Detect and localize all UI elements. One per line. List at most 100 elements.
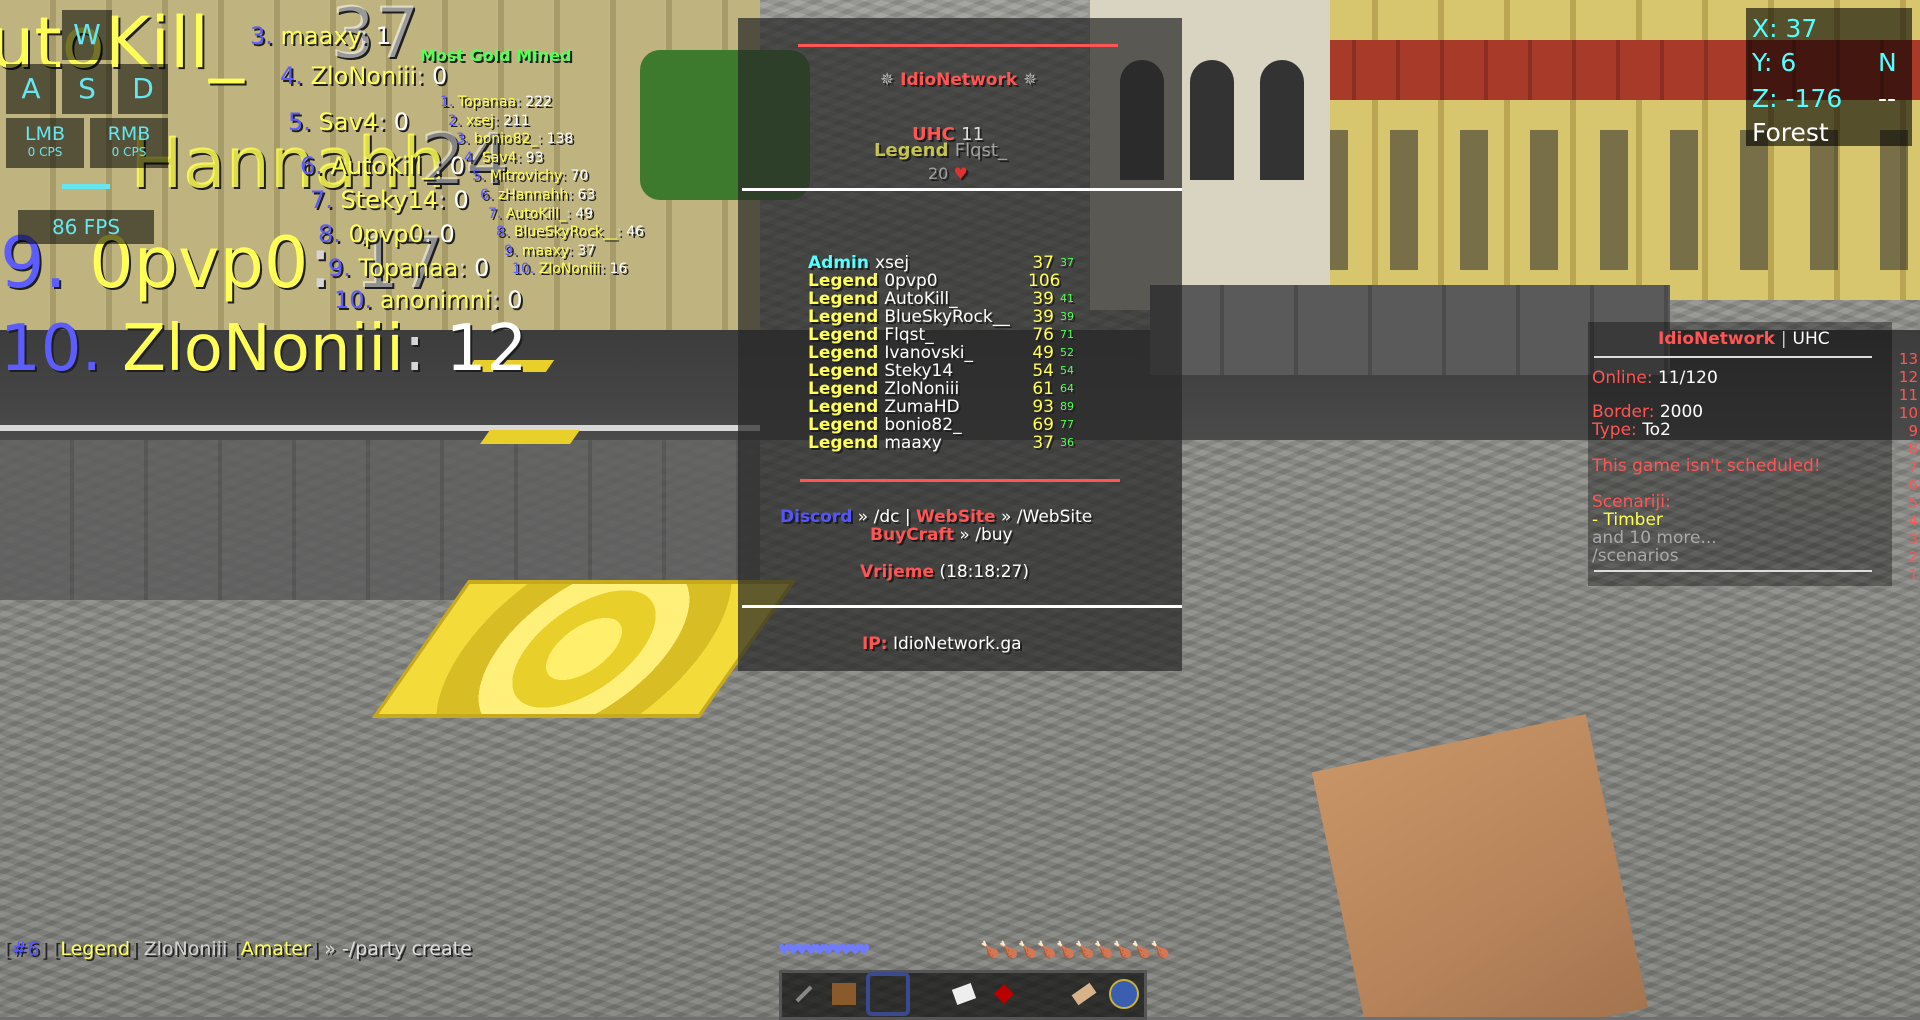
scoreboard-line-number: 3 — [1908, 530, 1918, 548]
key-lmb: LMB 0 CPS — [6, 118, 84, 168]
tab-player-row: Legend 0pvp0 106 — [808, 272, 1112, 290]
gold-row: 4. Sav4: 93 — [464, 149, 544, 166]
kills-value: 0 — [507, 286, 523, 314]
scoreboard-line-number: 9 — [1908, 422, 1918, 440]
tab-player-row: Legend Steky14 54 54 — [808, 362, 1112, 380]
kills-row: 5. Sav4: 0 — [288, 108, 409, 136]
key-rmb: RMB 0 CPS — [90, 118, 168, 168]
kills-value: 0 — [439, 220, 455, 248]
tab-footer-links: Discord » /dc | WebSite » /WebSite — [780, 507, 1093, 527]
kills-name: Steky14 — [340, 186, 438, 214]
kills-value: 1 — [375, 22, 392, 50]
hotbar-slot-9-compass-icon[interactable] — [1106, 976, 1142, 1012]
tab-player-row: Legend ZumaHD 93 89 — [808, 398, 1112, 416]
scoreboard-line-number: 2 — [1908, 548, 1918, 566]
white-line — [0, 425, 760, 431]
tab-player-row: Legend Ivanovski_ 49 52 — [808, 344, 1112, 362]
kills-rank: 7. — [310, 186, 333, 214]
coord-y: Y: 6 — [1752, 48, 1797, 77]
scoreboard-line-number: 6 — [1908, 476, 1918, 494]
kills-rank: 10. — [334, 286, 373, 314]
scoreboard-title: IdioNetwork | UHC — [1658, 329, 1830, 349]
hotbar-slot-7[interactable] — [1026, 976, 1062, 1012]
chat-message: [#6] [Legend] ZloNoniii [Amater] » -/par… — [4, 938, 472, 960]
kills-row: 3. maaxy: 1 — [250, 22, 392, 50]
kills-name: AutoKill_ — [330, 152, 435, 180]
scoreboard-border: Border: 2000 — [1592, 402, 1704, 422]
kills-rank: 8. — [318, 220, 341, 248]
nametag-player: Legend Flqst_ — [874, 140, 1007, 161]
hotbar-slot-8-nametag-icon[interactable] — [1066, 976, 1102, 1012]
scoreboard-line-number: 4 — [1908, 512, 1918, 530]
key-d: D — [118, 64, 168, 114]
scoreboard-schedule-msg: This game isn't scheduled! — [1592, 456, 1821, 476]
kills-value: 0 — [449, 152, 466, 180]
kills-rank: 5. — [288, 108, 311, 136]
tab-divider-3 — [800, 479, 1120, 482]
tab-footer-buycraft: BuyCraft » /buy — [870, 525, 1013, 545]
gold-row: 3. bonio82_: 138 — [456, 131, 574, 148]
scoreboard-line-number: 11 — [1898, 386, 1918, 404]
kills-name: 0pvp0 — [348, 220, 424, 248]
gold-row: 1. Topanaa: 222 — [440, 94, 552, 110]
scoreboard-line-number: 5 — [1908, 494, 1918, 512]
tab-divider-2 — [742, 188, 1182, 191]
scoreboard-separator-bottom — [1594, 570, 1872, 572]
gold-row: 2. xsej: 211 — [448, 112, 530, 129]
tab-player-row: Legend Flqst_ 76 71 — [808, 326, 1112, 344]
tab-player-row: Legend maaxy 37 36 — [808, 434, 1112, 452]
kills-name: maaxy — [280, 22, 360, 50]
kills-name: Sav4 — [318, 108, 378, 136]
kills-name: ZloNoniii — [310, 62, 417, 90]
kills-row: 6. AutoKill_: 0 — [300, 152, 466, 180]
gold-pressure-plate — [371, 580, 797, 718]
hunger-bar: 🍗🍗🍗🍗🍗🍗🍗🍗🍗🍗 — [980, 940, 1170, 959]
scoreboard-scenario-1: - Timber — [1592, 510, 1663, 530]
biome: Forest — [1752, 118, 1829, 147]
kills-row: 8. 0pvp0: 0 — [318, 220, 455, 248]
tab-player-row: Admin xsej 37 37 — [808, 254, 1112, 272]
kills-name: Topanaa — [358, 254, 459, 282]
scoreboard-line-number: 8 — [1908, 440, 1918, 458]
space-bar-indicator — [62, 184, 110, 189]
kills-row: 7. Steky14: 0 — [310, 186, 469, 214]
fps-counter: 86 FPS — [18, 210, 154, 244]
scoreboard-online: Online: 11/120 — [1592, 368, 1718, 388]
scoreboard-scenarios-label: Scenariji: — [1592, 492, 1671, 512]
hotbar-slot-2-book-icon[interactable] — [826, 976, 862, 1012]
scoreboard-line-number: 10 — [1898, 404, 1918, 422]
coord-z: Z: -176 — [1752, 84, 1843, 113]
hotbar-slot-1-sword-icon[interactable] — [786, 976, 822, 1012]
tab-player-row: Legend BlueSkyRock__ 39 39 — [808, 308, 1112, 326]
tab-player-row: Legend ZloNoniii 61 64 — [808, 380, 1112, 398]
scoreboard-line-number: 12 — [1898, 368, 1918, 386]
kills-value: 0 — [474, 254, 490, 282]
hotbar-slot-4[interactable] — [906, 976, 942, 1012]
health-bar: ♥♥♥♥♥♥♥♥♥♥ — [779, 940, 869, 961]
gold-row: 9. maaxy: 37 — [504, 242, 596, 259]
gold-row: 6. zHannahh: 63 — [480, 187, 596, 203]
hotbar-slot-3-selected[interactable] — [866, 972, 910, 1016]
key-w: W — [62, 10, 112, 60]
hotbar[interactable] — [779, 970, 1147, 1020]
kills-row: 9. Topanaa: 0 — [328, 254, 490, 282]
scoreboard-line-number: 13 — [1898, 350, 1918, 368]
scoreboard-separator-top — [1594, 356, 1872, 358]
kills-rank: 9. — [328, 254, 351, 282]
hotbar-slot-6-redstone-icon[interactable] — [986, 976, 1022, 1012]
gold-plate-mid — [480, 430, 580, 444]
kills-rank: 3. — [250, 22, 273, 50]
hotbar-slot-5-paper-icon[interactable] — [946, 976, 982, 1012]
key-a: A — [6, 64, 56, 114]
scoreboard-line-number: 1 — [1908, 566, 1918, 584]
tab-player-row: Legend AutoKill_ 39 41 — [808, 290, 1112, 308]
scoreboard-more: and 10 more... — [1592, 528, 1717, 548]
kills-rank: 4. — [280, 62, 303, 90]
gold-leaderboard-title: Most Gold Mined — [420, 46, 572, 65]
floor-tiles — [0, 440, 760, 600]
tab-divider-top — [798, 44, 1118, 47]
big-lb-row-10: 10. ZloNoniii: 12 — [0, 312, 528, 386]
tab-footer-time: Vrijeme (18:18:27) — [860, 562, 1030, 582]
compass-direction-2: -- — [1878, 84, 1897, 113]
scoreboard-line-number: 7 — [1908, 458, 1918, 476]
